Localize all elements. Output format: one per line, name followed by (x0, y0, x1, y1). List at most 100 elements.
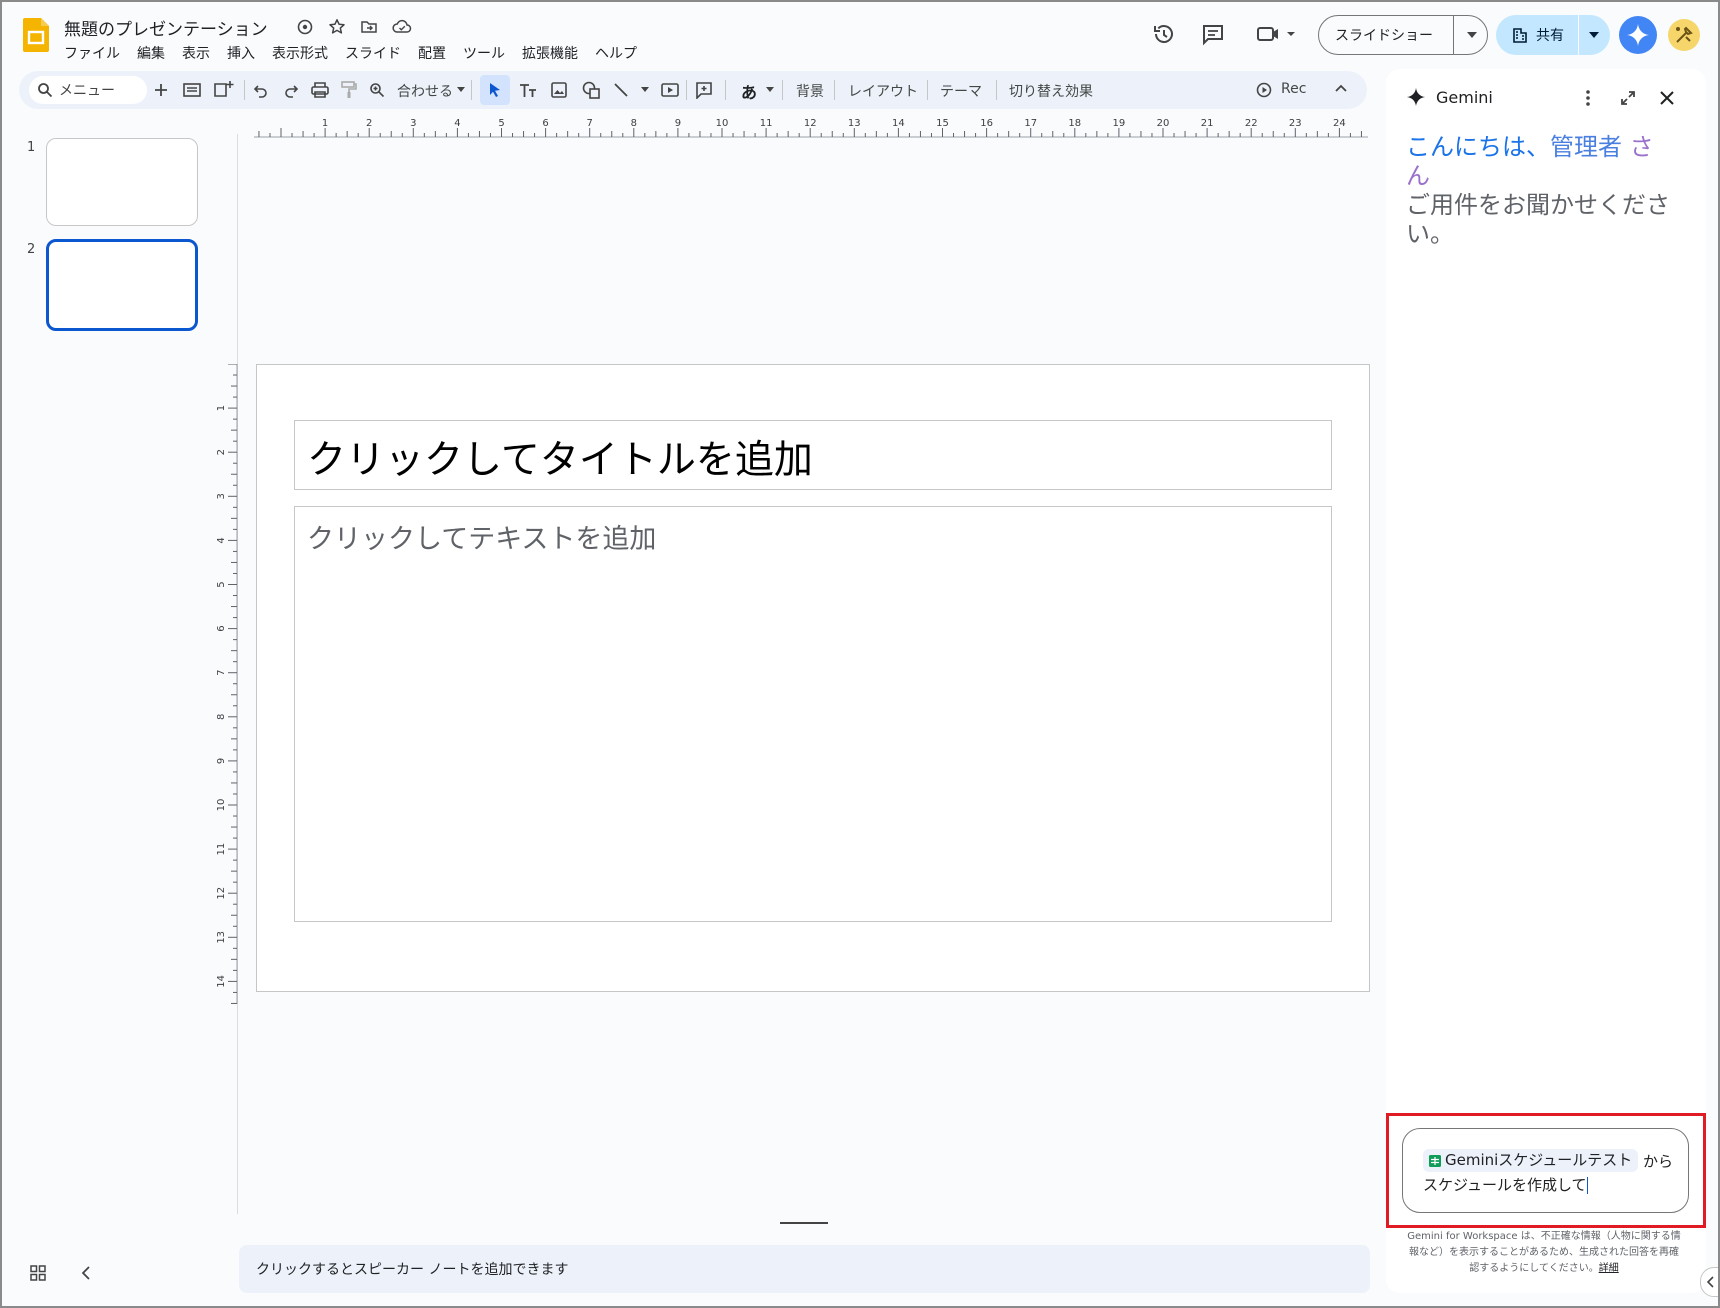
sheets-icon (1429, 1154, 1441, 1167)
close-icon[interactable] (1659, 90, 1675, 106)
slideshow-label[interactable]: スライドショー (1319, 25, 1453, 45)
text-box-icon[interactable] (519, 82, 537, 98)
gemini-toggle-button[interactable] (1619, 16, 1657, 54)
greeting-hello: こんにちは、 (1406, 133, 1550, 161)
add-comment-icon[interactable] (695, 81, 713, 99)
slide-number: 1 (27, 140, 36, 155)
ruler-label: 7 (216, 670, 227, 676)
menu-edit[interactable]: 編集 (137, 43, 165, 63)
collapse-toolbar-icon[interactable] (1335, 84, 1347, 92)
line-dropdown-icon[interactable] (641, 87, 649, 92)
cloud-saved-icon (392, 18, 412, 36)
ruler-label: 8 (631, 118, 637, 129)
collapse-panel-icon[interactable] (82, 1266, 90, 1280)
slides-logo-icon[interactable] (23, 18, 49, 52)
line-icon[interactable] (613, 82, 629, 98)
print-icon[interactable] (311, 82, 329, 98)
background-button[interactable]: 背景 (796, 81, 824, 101)
menu-search-label: メニュー (59, 83, 115, 99)
star-icon[interactable] (328, 18, 346, 36)
greeting-name: 管理者 (1550, 133, 1622, 161)
slide-thumbnail-2[interactable] (46, 239, 198, 331)
rec-icon[interactable] (1256, 82, 1272, 98)
layout-button[interactable]: レイアウト (848, 81, 918, 101)
slide-canvas[interactable]: クリックしてタイトルを追加 クリックしてテキストを追加 (256, 364, 1370, 992)
slideshow-dropdown-icon[interactable] (1454, 32, 1477, 38)
redo-icon[interactable] (283, 82, 299, 98)
new-slide-icon[interactable] (153, 82, 169, 98)
speaker-notes[interactable]: クリックするとスピーカー ノートを追加できます (239, 1245, 1370, 1293)
menu-tools[interactable]: ツール (463, 43, 505, 63)
input-tools-button[interactable]: あ (741, 79, 757, 103)
horizontal-ruler[interactable]: 1234567891011121314151617181920212223242… (254, 116, 1368, 138)
menu-file[interactable]: ファイル (64, 43, 120, 63)
gemini-prompt-input[interactable]: Geminiスケジュールテスト からスケジュールを作成して (1402, 1128, 1689, 1213)
shape-icon[interactable] (582, 81, 600, 99)
gemini-panel-title: Gemini (1436, 87, 1493, 107)
slide-layout-icon[interactable] (183, 82, 201, 98)
file-chip[interactable]: Geminiスケジュールテスト (1423, 1149, 1639, 1172)
grid-view-icon[interactable] (30, 1265, 46, 1281)
ruler-label: 22 (1245, 118, 1258, 129)
rec-button[interactable]: Rec (1281, 81, 1306, 97)
text-cursor (1586, 1176, 1588, 1194)
slide-number: 2 (27, 242, 36, 257)
title-placeholder[interactable]: クリックしてタイトルを追加 (294, 420, 1332, 490)
ruler-label: 13 (216, 931, 227, 944)
version-history-icon[interactable] (1152, 22, 1176, 46)
expand-icon[interactable] (1620, 90, 1636, 106)
body-placeholder[interactable]: クリックしてテキストを追加 (294, 506, 1332, 922)
undo-icon[interactable] (253, 82, 269, 98)
disclaimer-text: Gemini for Workspace は、不正確な情報（人物に関する情報など… (1407, 1231, 1681, 1274)
ruler-label: 4 (454, 118, 460, 129)
disclaimer-link[interactable]: 詳細 (1599, 1263, 1619, 1274)
zoom-dropdown-icon[interactable] (457, 87, 465, 92)
menu-help[interactable]: ヘルプ (595, 43, 637, 63)
share-dropdown-icon[interactable] (1579, 32, 1599, 38)
input-tools-dropdown-icon[interactable] (766, 87, 774, 92)
menu-arrange[interactable]: 配置 (418, 43, 446, 63)
ruler-label: 1 (216, 405, 227, 411)
side-panel-toggle[interactable] (1700, 1267, 1718, 1297)
ruler-label: 2 (216, 449, 227, 455)
more-options-icon[interactable] (1586, 89, 1590, 107)
document-title[interactable]: 無題のプレゼンテーション (64, 15, 268, 40)
menu-search[interactable]: メニュー (29, 76, 147, 104)
paint-format-icon[interactable] (341, 81, 357, 99)
image-icon[interactable] (551, 82, 567, 98)
ruler-label: 16 (980, 118, 993, 129)
video-insert-icon[interactable] (661, 82, 679, 98)
ruler-label: 4 (216, 537, 227, 543)
zoom-icon[interactable] (369, 82, 385, 98)
transition-button[interactable]: 切り替え効果 (1009, 81, 1093, 101)
theme-button[interactable]: テーマ (940, 81, 982, 101)
menu-insert[interactable]: 挿入 (227, 43, 255, 63)
avatar[interactable] (1668, 19, 1700, 51)
menu-view[interactable]: 表示 (182, 43, 210, 63)
zoom-select[interactable]: 合わせる (397, 81, 453, 101)
share-button[interactable]: 共有 (1496, 15, 1610, 55)
vertical-ruler[interactable]: 1234567891011121314 (216, 364, 238, 1004)
app-window: 無題のプレゼンテーション ファイル 編集 表示 挿入 表示形式 スライド 配置 … (0, 0, 1720, 1308)
move-folder-icon[interactable] (360, 18, 378, 36)
menu-extensions[interactable]: 拡張機能 (522, 43, 578, 63)
menu-slide[interactable]: スライド (345, 43, 401, 63)
add-slide-icon[interactable] (214, 80, 234, 98)
speaker-notes-placeholder: クリックするとスピーカー ノートを追加できます (256, 1262, 569, 1278)
menu-format[interactable]: 表示形式 (272, 43, 328, 63)
slideshow-button[interactable]: スライドショー (1318, 15, 1488, 55)
comments-icon[interactable] (1201, 22, 1225, 46)
ruler-label: 9 (216, 758, 227, 764)
meet-video-icon[interactable] (1256, 24, 1296, 44)
ruler-label: 12 (216, 887, 227, 900)
ruler-label: 10 (716, 118, 729, 129)
ruler-label: 17 (1024, 118, 1037, 129)
ruler-label: 18 (1068, 118, 1081, 129)
label-icon[interactable] (296, 18, 314, 36)
gemini-spark-icon (1627, 24, 1649, 46)
ruler-label: 14 (892, 118, 905, 129)
slide-thumbnail-1[interactable] (46, 138, 198, 226)
ruler-label: 5 (216, 581, 227, 587)
ruler-label: 6 (542, 118, 548, 129)
notes-resize-handle[interactable] (780, 1222, 828, 1224)
